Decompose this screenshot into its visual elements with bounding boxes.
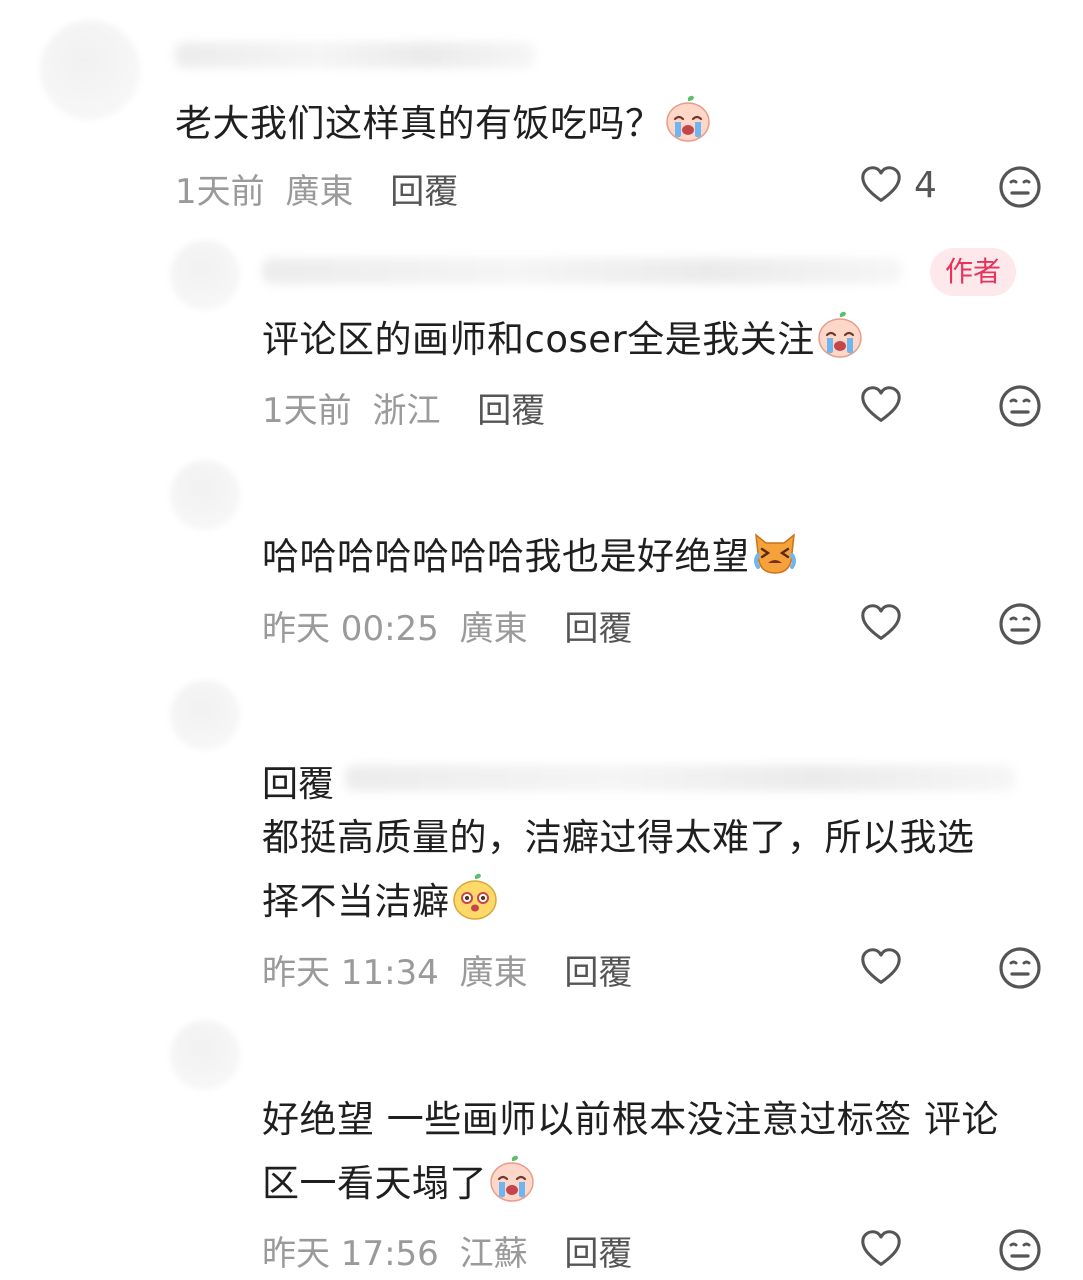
- comment-time: 昨天 00:25: [262, 609, 439, 649]
- reply-button[interactable]: 回覆: [390, 172, 458, 212]
- comment-meta: 1天前 廣東 回覆: [175, 164, 458, 213]
- dislike-button[interactable]: [996, 600, 1044, 648]
- reply-button[interactable]: 回覆: [564, 609, 632, 649]
- meh-face-icon: [996, 600, 1044, 648]
- comment-text: 老大我们这样真的有饭吃吗？: [175, 92, 713, 156]
- comment-time: 昨天 17:56: [262, 1234, 439, 1274]
- comment-text-line-2: 择不当洁癖: [262, 870, 975, 934]
- avatar[interactable]: [170, 460, 240, 530]
- crying-cat-icon: [750, 527, 800, 577]
- comment-time: 1天前: [262, 391, 352, 431]
- comment-text: 好绝望 一些画师以前根本没注意过标签 评论 区一看天塌了: [262, 1088, 999, 1216]
- heart-icon: [858, 944, 904, 990]
- comment-meta: 1天前 浙江 回覆: [262, 383, 545, 432]
- comment-text-line-1: 好绝望 一些画师以前根本没注意过标签 评论: [262, 1098, 1000, 1141]
- replied-username[interactable]: [345, 765, 1015, 791]
- meh-face-icon: [996, 1226, 1044, 1274]
- comment-meta: 昨天 11:34 廣東 回覆: [262, 945, 632, 994]
- avatar[interactable]: [170, 680, 240, 750]
- comment-text: 评论区的画师和coser全是我关注: [262, 308, 865, 372]
- comment-time: 昨天 11:34: [262, 953, 439, 993]
- comment-meta: 昨天 00:25 廣東 回覆: [262, 601, 632, 650]
- username[interactable]: [262, 258, 902, 284]
- dislike-button[interactable]: [996, 944, 1044, 992]
- heart-icon: [858, 162, 904, 208]
- avatar[interactable]: [170, 1020, 240, 1090]
- comment-location: 浙江: [372, 391, 441, 431]
- like-button[interactable]: [858, 600, 904, 646]
- dislike-button[interactable]: [996, 163, 1044, 211]
- like-button[interactable]: 4: [858, 162, 937, 208]
- crying-face-icon: [487, 1154, 537, 1204]
- like-button[interactable]: [858, 944, 904, 990]
- heart-icon: [858, 600, 904, 646]
- meh-face-icon: [996, 163, 1044, 211]
- heart-icon: [858, 382, 904, 428]
- sobbing-face-icon: [815, 310, 865, 360]
- comment-text-line-1: 都挺高质量的，洁癖过得太难了，所以我选: [262, 816, 975, 859]
- crying-face-icon: [663, 94, 713, 144]
- heart-icon: [858, 1226, 904, 1272]
- comment-location: 廣東: [459, 609, 528, 649]
- dislike-button[interactable]: [996, 1226, 1044, 1274]
- comment-location: 江蘇: [459, 1234, 528, 1274]
- comment-meta: 昨天 17:56 江蘇 回覆: [262, 1226, 632, 1275]
- comment-text-line-2: 区一看天塌了: [262, 1152, 999, 1216]
- like-button[interactable]: [858, 1226, 904, 1272]
- reply-button[interactable]: 回覆: [564, 1234, 632, 1274]
- comment-text: 都挺高质量的，洁癖过得太难了，所以我选 择不当洁癖: [262, 806, 975, 934]
- dislike-button[interactable]: [996, 382, 1044, 430]
- reply-prefix: 回覆: [262, 764, 335, 805]
- avatar[interactable]: [40, 20, 140, 120]
- reply-button[interactable]: 回覆: [477, 391, 545, 431]
- comment-location: 廣東: [459, 953, 528, 993]
- author-badge: 作者: [930, 248, 1016, 296]
- avatar[interactable]: [170, 240, 240, 310]
- comment-text: 哈哈哈哈哈哈哈我也是好绝望: [262, 525, 800, 589]
- comment-location: 廣東: [285, 172, 354, 212]
- like-count: 4: [914, 164, 937, 206]
- comment-time: 1天前: [175, 172, 265, 212]
- meh-face-icon: [996, 944, 1044, 992]
- meh-face-icon: [996, 382, 1044, 430]
- like-button[interactable]: [858, 382, 904, 428]
- username[interactable]: [175, 42, 535, 68]
- reply-button[interactable]: 回覆: [564, 953, 632, 993]
- surprised-face-icon: [450, 872, 500, 922]
